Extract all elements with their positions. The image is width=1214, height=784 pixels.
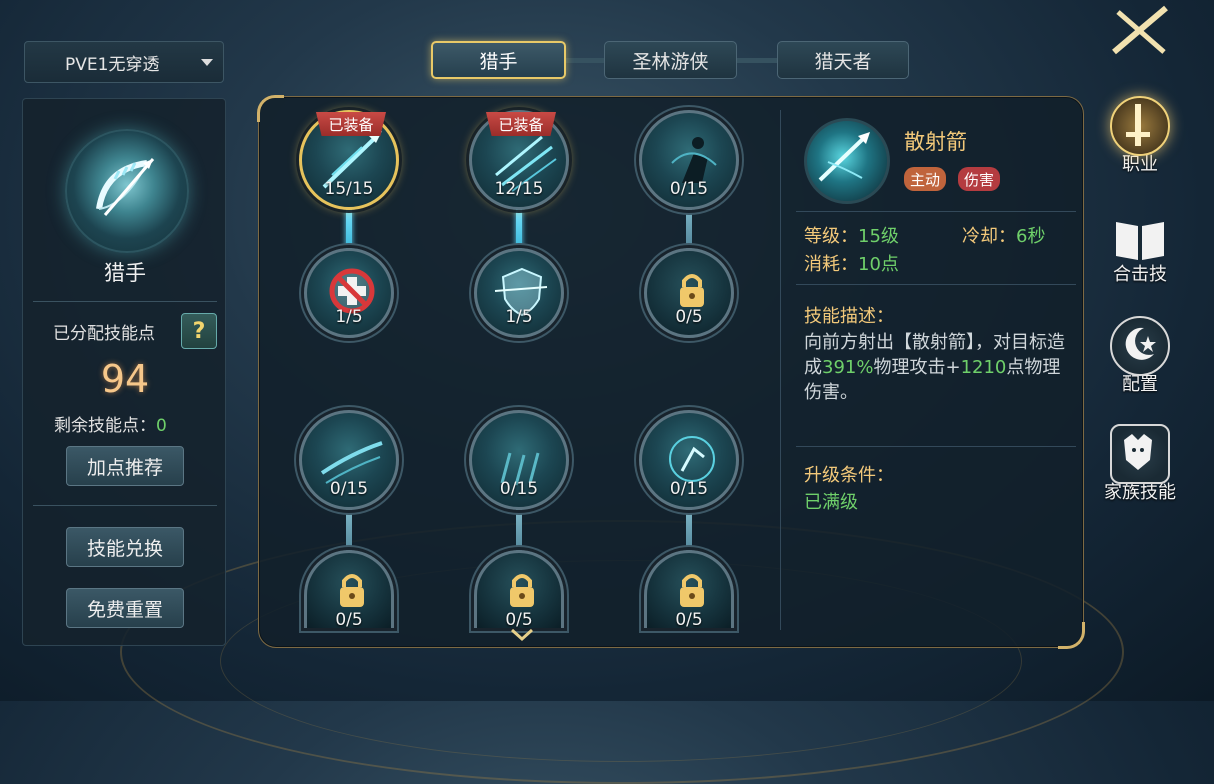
scroll-down-chevron-icon[interactable] xyxy=(510,626,534,647)
cost-value: 10点 xyxy=(858,254,899,275)
sword-icon xyxy=(1110,96,1170,156)
free-reset-button[interactable]: 免费重置 xyxy=(66,588,184,628)
skill-node-locked[interactable]: 0/5 xyxy=(644,248,734,338)
tab-connector xyxy=(566,58,606,63)
skill-node-no-heal[interactable]: 1/5 xyxy=(304,248,394,338)
detail-divider xyxy=(796,284,1076,285)
scatter-arrow-icon xyxy=(804,118,890,204)
tab-hunter[interactable]: 猎手 xyxy=(431,41,566,79)
skill-cost: 消耗：10点 xyxy=(804,250,899,276)
skill-cooldown: 冷却：6秒 xyxy=(962,222,1045,248)
skill-level-count: 0/5 xyxy=(675,307,703,327)
tag-active: 主动 xyxy=(904,167,947,191)
book-icon xyxy=(1112,210,1168,266)
skill-level-count: 0/15 xyxy=(499,479,539,499)
detail-divider xyxy=(796,211,1076,212)
no-heal-icon xyxy=(329,268,375,314)
skill-exchange-button[interactable]: 技能兑换 xyxy=(66,527,184,567)
lock-icon xyxy=(680,274,704,307)
upgrade-title: 升级条件： xyxy=(804,465,894,486)
skill-node-locked[interactable]: 0/5 xyxy=(304,550,394,630)
allocated-points-value: 94 xyxy=(100,357,150,401)
profile-label: PVE1无穿透 xyxy=(65,54,160,75)
tab-label: 猎天者 xyxy=(814,50,872,73)
desc-text: 物理攻击+ xyxy=(873,357,961,378)
skill-level-count: 1/5 xyxy=(335,307,363,327)
profile-dropdown[interactable]: PVE1无穿透 xyxy=(24,41,224,83)
wolf-crest-icon xyxy=(1110,424,1170,484)
skill-level-count: 0/5 xyxy=(335,610,363,630)
skill-level-count: 12/15 xyxy=(494,179,544,199)
remaining-points-value: 0 xyxy=(156,416,167,436)
skill-node-locked[interactable]: 0/5 xyxy=(474,550,564,630)
panel-corner xyxy=(257,95,284,122)
cooldown-label: 冷却： xyxy=(962,226,1016,247)
cooldown-value: 6秒 xyxy=(1016,226,1046,247)
skill-description: 向前方射出【散射箭】，对目标造成391%物理攻击+1210点物理伤害。 xyxy=(804,330,1074,405)
nav-combo-skill[interactable]: 合击技 xyxy=(1100,210,1180,286)
close-icon[interactable] xyxy=(1108,4,1172,56)
description-title: 技能描述： xyxy=(804,306,894,327)
level-value: 15级 xyxy=(858,226,899,247)
skill-level-count: 15/15 xyxy=(324,179,374,199)
class-name: 猎手 xyxy=(104,261,146,285)
skill-level-count: 0/15 xyxy=(669,479,709,499)
help-button[interactable]: ? xyxy=(181,313,217,349)
allocated-points-label: 已分配技能点 xyxy=(53,324,155,344)
skill-name: 散射箭 xyxy=(904,130,967,154)
remaining-points-label: 剩余技能点： xyxy=(54,416,156,436)
tab-label: 圣林游侠 xyxy=(632,50,709,73)
bow-emblem-icon xyxy=(65,129,189,253)
tab-label: 猎手 xyxy=(479,50,518,73)
desc-flat-damage: 1210 xyxy=(960,357,1007,378)
skill-node-hunter-leap[interactable]: 0/15 xyxy=(639,410,739,510)
level-label: 等级： xyxy=(804,226,858,247)
tree-connector xyxy=(516,508,522,554)
skill-level: 等级：15级 xyxy=(804,222,899,248)
detail-divider xyxy=(796,446,1076,447)
class-summary-panel: 猎手 已分配技能点 ? 94 剩余技能点：0 加点推荐 技能兑换 免费重置 xyxy=(22,98,226,646)
equipped-badge: 已装备 xyxy=(316,112,386,136)
detail-divider xyxy=(780,110,781,630)
skill-level-count: 0/15 xyxy=(669,179,709,199)
recommend-button[interactable]: 加点推荐 xyxy=(66,446,184,486)
shield-arrow-icon xyxy=(494,267,548,317)
skill-node-dash-arrow[interactable]: 0/15 xyxy=(299,410,399,510)
tag-damage: 伤害 xyxy=(958,167,1001,191)
skill-node-locked[interactable]: 0/5 xyxy=(644,550,734,630)
tree-connector xyxy=(346,508,352,554)
tree-connector xyxy=(686,508,692,554)
skill-level-count: 1/5 xyxy=(505,307,533,327)
skill-level-count: 0/15 xyxy=(329,479,369,499)
tab-connector xyxy=(736,58,778,63)
remaining-points: 剩余技能点：0 xyxy=(54,411,167,436)
moon-star-icon xyxy=(1110,316,1170,376)
nav-class[interactable]: 职业 xyxy=(1100,96,1180,176)
upgrade-status: 已满级 xyxy=(804,492,858,513)
desc-percent: 391% xyxy=(822,357,874,378)
divider xyxy=(33,505,217,506)
divider xyxy=(33,301,217,302)
skill-level-count: 0/5 xyxy=(675,610,703,630)
skill-node-shield-arrow[interactable]: 1/5 xyxy=(474,248,564,338)
tab-sky-hunter[interactable]: 猎天者 xyxy=(777,41,909,79)
skill-node-rain-arrow[interactable]: 0/15 xyxy=(469,410,569,510)
chevron-down-icon xyxy=(201,59,213,66)
equipped-badge: 已装备 xyxy=(486,112,556,136)
tab-forest-ranger[interactable]: 圣林游侠 xyxy=(604,41,737,79)
nav-family-skill[interactable]: 家族技能 xyxy=(1100,424,1180,504)
cost-label: 消耗： xyxy=(804,254,858,275)
nav-config[interactable]: 配置 xyxy=(1100,316,1180,396)
skill-node-archer-silhouette[interactable]: 0/15 xyxy=(639,110,739,210)
